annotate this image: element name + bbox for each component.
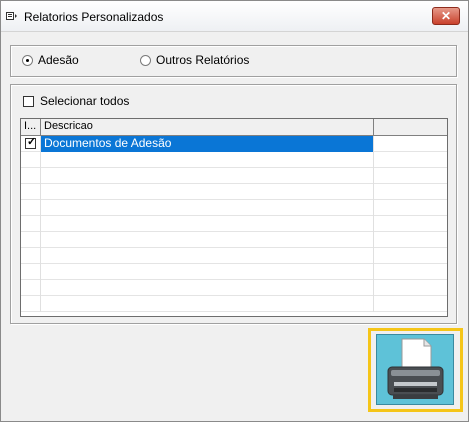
row-check-cell: ✓	[21, 136, 41, 152]
print-button[interactable]	[376, 334, 454, 405]
column-header-check[interactable]: I...	[21, 119, 41, 135]
radio-outros-relatorios[interactable]: Outros Relatórios	[140, 53, 249, 67]
table-row-empty	[21, 216, 447, 232]
select-all-box	[23, 95, 34, 107]
table-row-empty	[21, 248, 447, 264]
report-window: Relatorios Personalizados ✕ Adesão Outro…	[0, 0, 469, 422]
table-row-empty	[21, 296, 447, 312]
grid-header: I... Descricao	[21, 119, 447, 136]
column-header-descricao[interactable]: Descricao	[41, 119, 374, 135]
window-title: Relatorios Personalizados	[24, 10, 164, 24]
table-row-empty	[21, 200, 447, 216]
radio-label-adesao: Adesão	[38, 53, 79, 67]
table-row[interactable]: ✓ Documentos de Adesão	[21, 136, 447, 152]
app-icon	[6, 12, 17, 20]
table-row-empty	[21, 264, 447, 280]
select-all-checkbox[interactable]: Selecionar todos	[23, 94, 129, 108]
radio-label-outros: Outros Relatórios	[156, 53, 250, 67]
row-descricao: Documentos de Adesão	[41, 136, 374, 152]
grid-rows: ✓ Documentos de Adesão	[21, 136, 447, 312]
close-icon: ✕	[440, 9, 452, 23]
printer-icon	[387, 338, 444, 399]
title-bar: Relatorios Personalizados ✕	[1, 1, 468, 32]
radio-adesao[interactable]: Adesão	[22, 53, 79, 67]
checkmark-icon: ✓	[27, 136, 37, 148]
row-checkbox[interactable]: ✓	[25, 136, 37, 149]
table-row-empty	[21, 280, 447, 296]
table-row-empty	[21, 232, 447, 248]
select-all-label: Selecionar todos	[40, 94, 130, 108]
radio-indicator	[140, 54, 151, 66]
table-row-empty	[21, 184, 447, 200]
table-row-empty	[21, 168, 447, 184]
table-row-empty	[21, 152, 447, 168]
close-button[interactable]: ✕	[432, 7, 460, 25]
report-grid[interactable]: I... Descricao ✓ Documentos de Adesão	[20, 118, 448, 317]
radio-indicator	[22, 54, 33, 66]
